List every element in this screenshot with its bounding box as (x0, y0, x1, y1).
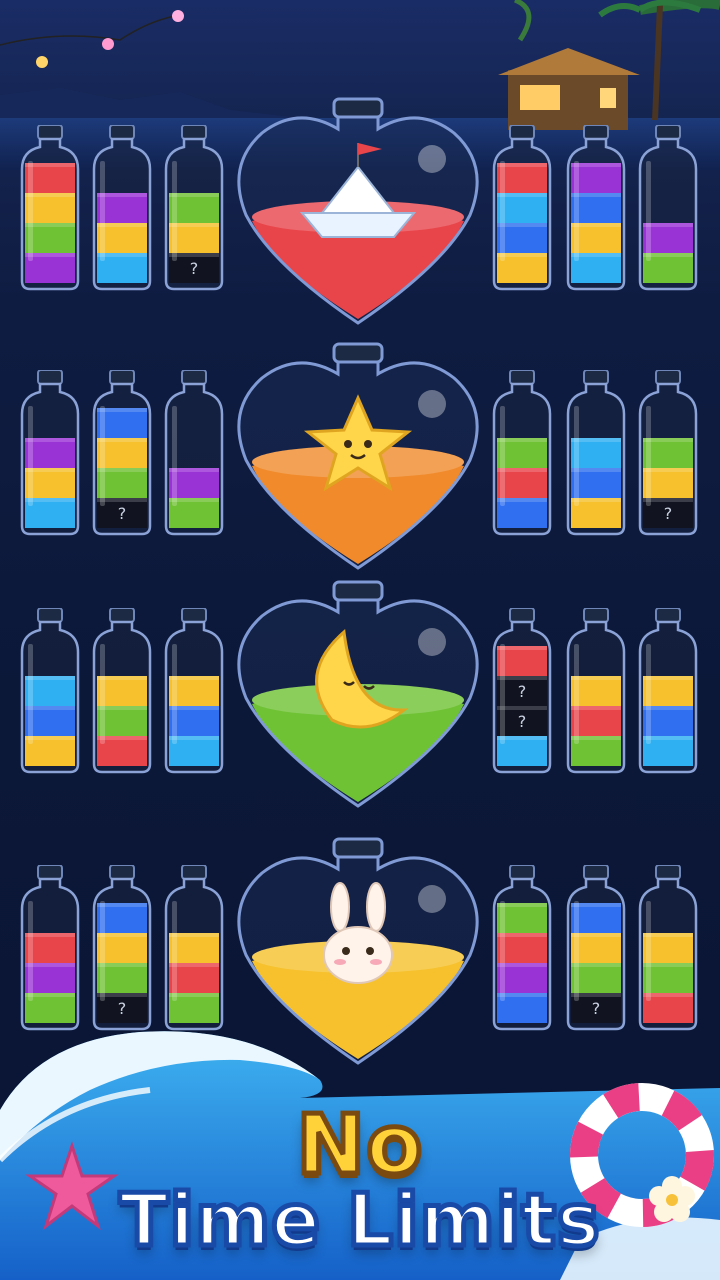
bottle-row2-right-1[interactable] (490, 370, 554, 538)
heart-flask-1[interactable] (232, 95, 484, 335)
hidden-layer-label: ? (518, 682, 527, 701)
hidden-layer-label: ? (118, 999, 127, 1018)
bottle-row1-left-1[interactable] (18, 125, 82, 293)
bottle-row1-right-3[interactable] (636, 125, 700, 293)
bottle-row3-right-2[interactable] (564, 608, 628, 776)
bottle-row-3: ?? (0, 580, 720, 823)
banner-title-line2: Time Limits (117, 1176, 602, 1265)
bottle-row1-left-3[interactable]: ? (162, 125, 226, 293)
hidden-layer-label: ? (190, 259, 199, 278)
hidden-layer-label: ? (592, 999, 601, 1018)
bottle-row-1: ? (0, 97, 720, 340)
moon-icon (212, 40, 240, 80)
bottle-row4-left-1[interactable] (18, 865, 82, 1033)
hidden-layer-label: ? (518, 712, 527, 731)
bottle-row3-left-1[interactable] (18, 608, 82, 776)
bottle-row2-right-2[interactable] (564, 370, 628, 538)
bottle-row2-right-3[interactable]: ? (636, 370, 700, 538)
bottle-row1-right-1[interactable] (490, 125, 554, 293)
bottle-row4-right-3[interactable] (636, 865, 700, 1033)
bottle-row1-right-2[interactable] (564, 125, 628, 293)
bottle-row2-left-2[interactable]: ? (90, 370, 154, 538)
bottle-row-2: ?? (0, 342, 720, 585)
heart-flask-3[interactable] (232, 578, 484, 818)
bottle-row3-left-2[interactable] (90, 608, 154, 776)
bottle-row4-left-2[interactable]: ? (90, 865, 154, 1033)
bottle-row4-left-3[interactable] (162, 865, 226, 1033)
bottle-row4-right-2[interactable]: ? (564, 865, 628, 1033)
bottle-row3-left-3[interactable] (162, 608, 226, 776)
bottle-row1-left-2[interactable] (90, 125, 154, 293)
hidden-layer-label: ? (118, 504, 127, 523)
bottle-row3-right-3[interactable] (636, 608, 700, 776)
heart-flask-2[interactable] (232, 340, 484, 580)
bottle-row2-left-1[interactable] (18, 370, 82, 538)
game-screen: ??????? No Time Limits (0, 0, 720, 1280)
bottle-row3-right-1[interactable]: ?? (490, 608, 554, 776)
hidden-layer-label: ? (664, 504, 673, 523)
bottle-row4-right-1[interactable] (490, 865, 554, 1033)
bottle-row2-left-3[interactable] (162, 370, 226, 538)
